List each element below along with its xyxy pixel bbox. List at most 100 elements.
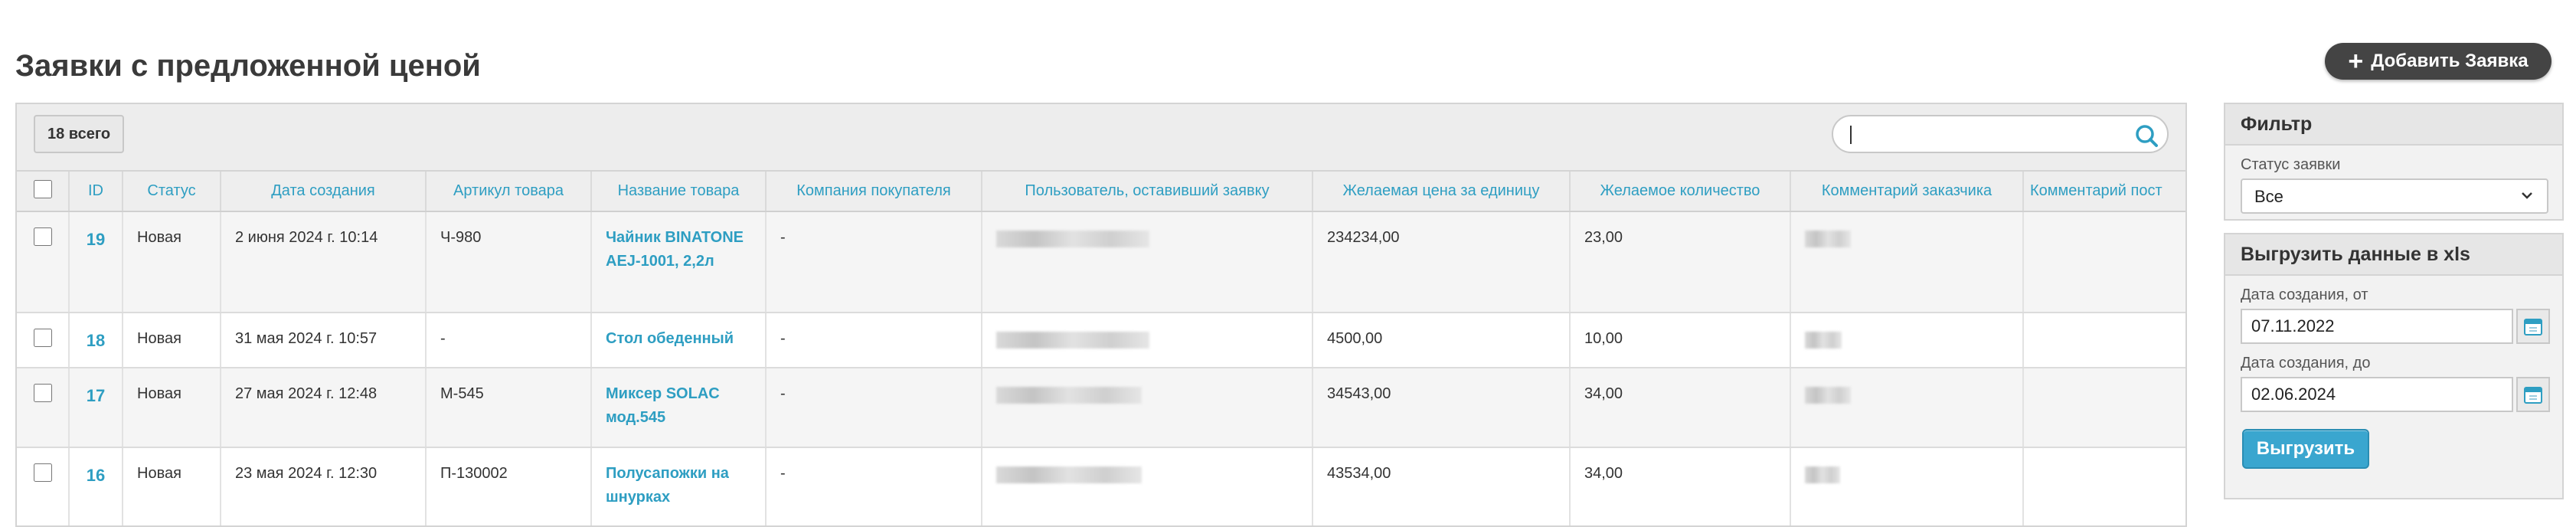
column-header-user[interactable]: Пользователь, оставивший заявку <box>982 172 1313 212</box>
request-id-link[interactable]: 17 <box>87 386 105 405</box>
created-cell: 2 июня 2024 г. 10:14 <box>221 211 427 313</box>
supplier-comment-cell <box>2023 447 2185 525</box>
column-header-sku[interactable]: Артикул товара <box>426 172 592 212</box>
price-cell: 34543,00 <box>1313 368 1571 448</box>
id-cell: 16 <box>69 447 123 525</box>
customer-comment-cell <box>1790 211 2024 313</box>
filter-panel: Фильтр Статус заявки Все <box>2224 103 2564 221</box>
column-header-product-name[interactable]: Название товара <box>591 172 767 212</box>
created-cell: 27 мая 2024 г. 12:48 <box>221 368 427 448</box>
column-header-status[interactable]: Статус <box>123 172 221 212</box>
price-cell: 234234,00 <box>1313 211 1571 313</box>
column-header-desired-qty[interactable]: Желаемое количество <box>1570 172 1791 212</box>
supplier-comment-cell <box>2023 368 2185 448</box>
redacted-comment <box>1805 387 1851 404</box>
id-cell: 18 <box>69 313 123 368</box>
column-header-supplier-comment[interactable]: Комментарий пост <box>2023 172 2185 212</box>
status-filter-label: Статус заявки <box>2241 156 2341 173</box>
plus-icon: + <box>2348 47 2364 76</box>
calendar-icon[interactable] <box>2516 309 2550 344</box>
export-button[interactable]: Выгрузить <box>2242 429 2369 469</box>
row-checkbox[interactable] <box>34 227 52 246</box>
export-title: Выгрузить данные в xls <box>2225 234 2562 276</box>
calendar-icon[interactable] <box>2516 377 2550 412</box>
row-checkbox[interactable] <box>34 463 52 482</box>
add-request-label: Добавить Заявка <box>2371 51 2529 71</box>
product-name-cell: Полусапожки на шнурках <box>591 447 767 525</box>
column-header-created[interactable]: Дата создания <box>221 172 427 212</box>
table-row[interactable]: 18 Новая 31 мая 2024 г. 10:57 - Стол обе… <box>17 313 2185 368</box>
select-all-checkbox[interactable] <box>33 179 52 198</box>
search-input[interactable] <box>1849 123 2127 147</box>
requests-table: ID Статус Дата создания Артикул товара Н… <box>17 172 2185 525</box>
date-to-field <box>2241 377 2550 412</box>
row-checkbox[interactable] <box>34 384 52 402</box>
sku-cell: П-130002 <box>426 447 592 525</box>
request-id-link[interactable]: 19 <box>87 230 105 249</box>
company-cell: - <box>766 368 982 448</box>
product-name-cell: Миксер SOLAC мод.545 <box>591 368 767 448</box>
product-link[interactable]: Миксер SOLAC мод.545 <box>606 385 720 426</box>
chevron-down-icon <box>2522 192 2532 199</box>
date-to-input[interactable] <box>2241 377 2513 412</box>
qty-cell: 23,00 <box>1570 211 1791 313</box>
user-cell <box>982 313 1313 368</box>
table-row[interactable]: 19 Новая 2 июня 2024 г. 10:14 Ч-980 Чайн… <box>17 211 2185 313</box>
qty-cell: 10,00 <box>1570 313 1791 368</box>
user-cell <box>982 447 1313 525</box>
price-cell: 43534,00 <box>1313 447 1571 525</box>
select-all-cell <box>17 172 70 212</box>
page-title: Заявки с предложенной ценой <box>15 49 481 83</box>
column-header-desired-price[interactable]: Желаемая цена за единицу <box>1313 172 1571 212</box>
total-count-badge: 18 всего <box>34 115 125 153</box>
table-row[interactable]: 17 Новая 27 мая 2024 г. 12:48 М-545 Микс… <box>17 368 2185 448</box>
export-panel: Выгрузить данные в xls Дата создания, от… <box>2224 233 2564 499</box>
product-link[interactable]: Полусапожки на шнурках <box>606 465 729 506</box>
status-filter-select[interactable]: Все <box>2241 178 2548 214</box>
status-cell: Новая <box>123 313 221 368</box>
qty-cell: 34,00 <box>1570 368 1791 448</box>
column-header-customer-comment[interactable]: Комментарий заказчика <box>1790 172 2024 212</box>
supplier-comment-cell <box>2023 313 2185 368</box>
status-cell: Новая <box>123 447 221 525</box>
created-cell: 23 мая 2024 г. 12:30 <box>221 447 427 525</box>
price-cell: 4500,00 <box>1313 313 1571 368</box>
column-header-buyer-company[interactable]: Компания покупателя <box>766 172 982 212</box>
filter-title: Фильтр <box>2225 104 2562 146</box>
redacted-comment <box>1805 466 1840 483</box>
sku-cell: - <box>426 313 592 368</box>
sku-cell: Ч-980 <box>426 211 592 313</box>
column-header-id[interactable]: ID <box>69 172 123 212</box>
requests-table-panel: 18 всего ID Статус Дата создания Артикул… <box>15 103 2187 527</box>
request-id-link[interactable]: 16 <box>87 466 105 485</box>
search-box[interactable] <box>1832 115 2169 153</box>
id-cell: 17 <box>69 368 123 448</box>
product-link[interactable]: Чайник BINATONE AEJ-1001, 2,2л <box>606 229 744 270</box>
redacted-comment <box>1805 332 1842 349</box>
search-icon[interactable] <box>2133 123 2159 149</box>
user-cell <box>982 368 1313 448</box>
date-to-label: Дата создания, до <box>2241 355 2371 372</box>
request-id-link[interactable]: 18 <box>87 331 105 350</box>
customer-comment-cell <box>1790 447 2024 525</box>
date-from-field <box>2241 309 2550 344</box>
redacted-user <box>996 387 1142 404</box>
redacted-user <box>996 231 1149 247</box>
qty-cell: 34,00 <box>1570 447 1791 525</box>
company-cell: - <box>766 313 982 368</box>
company-cell: - <box>766 211 982 313</box>
product-link[interactable]: Стол обеденный <box>606 330 734 347</box>
row-checkbox[interactable] <box>34 329 52 347</box>
company-cell: - <box>766 447 982 525</box>
add-request-button[interactable]: + Добавить Заявка <box>2325 43 2551 80</box>
sku-cell: М-545 <box>426 368 592 448</box>
status-cell: Новая <box>123 368 221 448</box>
supplier-comment-cell <box>2023 211 2185 313</box>
redacted-user <box>996 332 1149 349</box>
status-filter-value: Все <box>2254 187 2283 206</box>
product-name-cell: Чайник BINATONE AEJ-1001, 2,2л <box>591 211 767 313</box>
table-row[interactable]: 16 Новая 23 мая 2024 г. 12:30 П-130002 П… <box>17 447 2185 525</box>
customer-comment-cell <box>1790 313 2024 368</box>
row-select-cell <box>17 447 70 525</box>
date-from-input[interactable] <box>2241 309 2513 344</box>
